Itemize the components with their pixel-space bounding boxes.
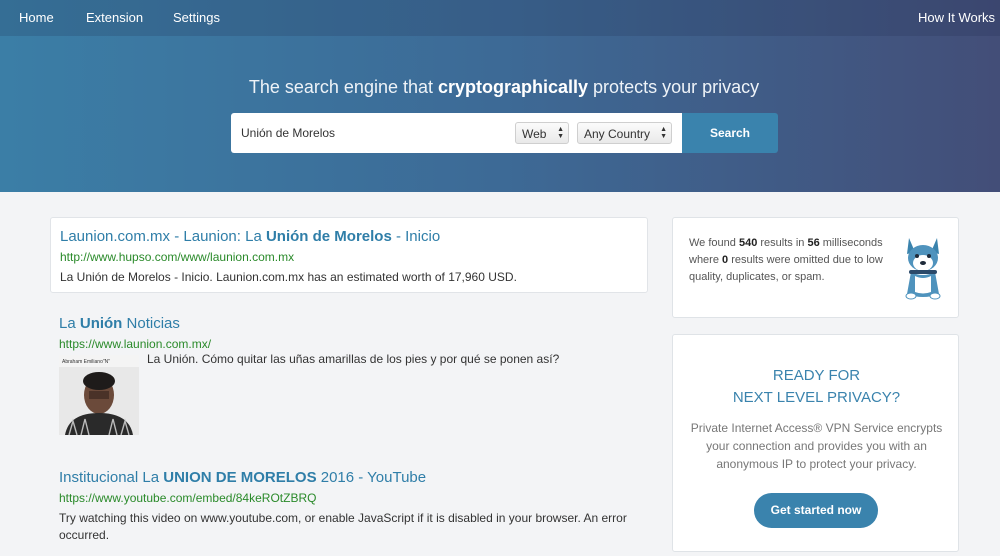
result-thumbnail[interactable]: Abraham Emiliano"N"	[59, 355, 139, 435]
svg-text:Abraham Emiliano"N": Abraham Emiliano"N"	[62, 359, 110, 365]
nav-home-link[interactable]: Home	[19, 10, 54, 25]
husky-mascot-icon	[905, 238, 941, 300]
nav-how-it-works-link[interactable]: How It Works	[918, 10, 995, 25]
result-description: La Unión de Morelos - Inicio. Launion.co…	[60, 270, 517, 284]
nav-settings-link[interactable]: Settings	[173, 10, 220, 25]
search-button[interactable]: Search	[682, 113, 778, 153]
search-type-select[interactable]: Web ▲ ▼	[515, 122, 569, 144]
person-photo-image: Abraham Emiliano"N"	[59, 355, 139, 435]
nav-extension-link[interactable]: Extension	[86, 10, 143, 25]
promo-body: Private Internet Access® VPN Service enc…	[690, 421, 943, 471]
updown-arrows-icon: ▲ ▼	[660, 126, 667, 140]
result-item: La Unión Noticias https://www.launion.co…	[59, 315, 639, 435]
promo-heading: READY FOR NEXT LEVEL PRIVACY?	[732, 367, 901, 406]
get-started-button[interactable]: Get started now	[754, 493, 878, 528]
result-title-link[interactable]: Institucional La UNION DE MORELOS 2016 -…	[59, 469, 639, 486]
result-title-link[interactable]: La Unión Noticias	[59, 315, 639, 332]
result-url[interactable]: https://www.launion.com.mx/	[59, 337, 639, 351]
result-description: La Unión. Cómo quitar las uñas amarillas…	[147, 352, 560, 366]
updown-arrows-icon: ▲ ▼	[557, 126, 564, 140]
result-title-link[interactable]: Launion.com.mx - Launion: La Unión de Mo…	[60, 228, 647, 245]
result-description: Try watching this video on www.youtube.c…	[59, 511, 627, 542]
country-select[interactable]: Any Country ▲ ▼	[577, 122, 672, 144]
top-navigation: Home Extension Settings How It Works	[0, 0, 1000, 36]
results-stats-text: We found 540 results in 56 milliseconds …	[689, 237, 883, 283]
result-item: Launion.com.mx - Launion: La Unión de Mo…	[50, 217, 648, 293]
result-url[interactable]: https://www.youtube.com/embed/84keROtZBR…	[59, 491, 639, 505]
result-item: Institucional La UNION DE MORELOS 2016 -…	[59, 469, 639, 544]
search-input[interactable]: Unión de Morelos	[241, 126, 335, 140]
tagline: The search engine that cryptographically…	[248, 77, 760, 97]
hero-banner: Home Extension Settings How It Works The…	[0, 0, 1000, 192]
results-stats-card: We found 540 results in 56 milliseconds …	[672, 217, 959, 318]
result-url[interactable]: http://www.hupso.com/www/launion.com.mx	[60, 250, 647, 264]
search-form: Unión de Morelos Web ▲ ▼ Any Country ▲ ▼	[231, 113, 682, 153]
vpn-promo-card: READY FOR NEXT LEVEL PRIVACY? Private In…	[672, 334, 959, 552]
